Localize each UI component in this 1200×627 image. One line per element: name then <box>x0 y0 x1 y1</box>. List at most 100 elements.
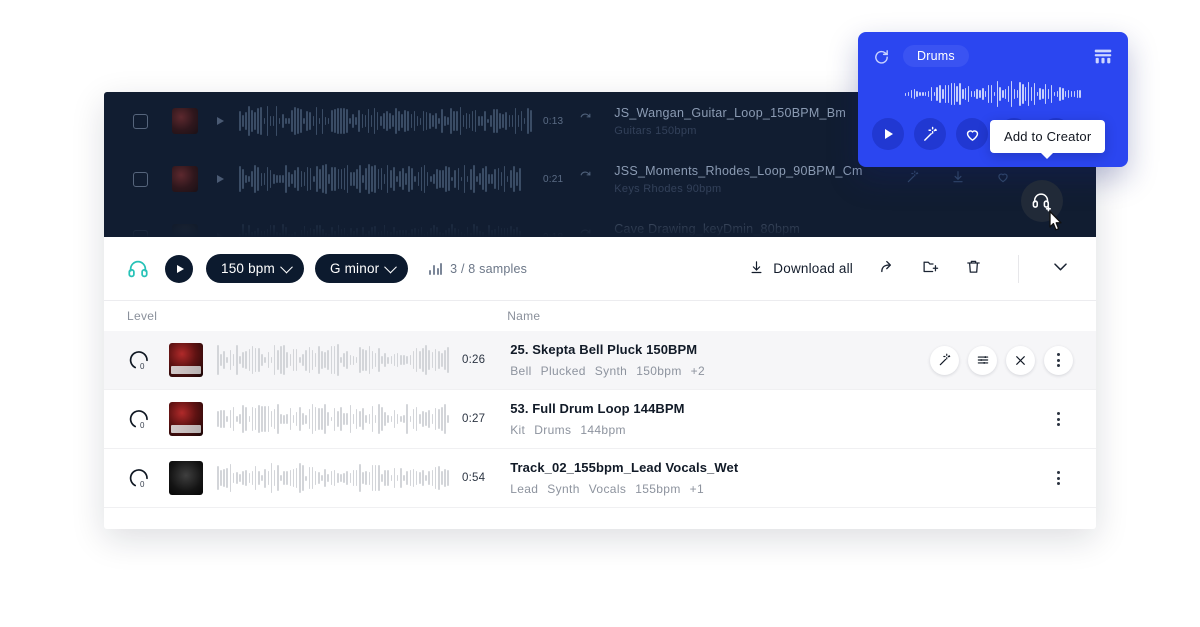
samples-counter: 3 / 8 samples <box>429 262 527 276</box>
loop-icon[interactable] <box>579 170 592 188</box>
magic-wand-icon[interactable] <box>906 170 920 189</box>
tag: 155bpm <box>635 482 681 496</box>
track-title: Cave Drawing_keyDmin_80bpm <box>614 221 801 236</box>
download-icon[interactable] <box>951 170 965 189</box>
track-tags: Guitars 150bpm <box>614 124 697 137</box>
folder-plus-icon[interactable] <box>922 258 939 280</box>
download-all-label: Download all <box>773 261 853 276</box>
tag: Drums <box>534 423 572 437</box>
waveform[interactable] <box>239 220 531 237</box>
pack-toolbar: 150 bpm G minor 3 / 8 samples Download a… <box>104 237 1096 301</box>
track-tags: Kit Drums 144bpm <box>510 423 684 437</box>
bpm-selector[interactable]: 150 bpm <box>206 254 304 283</box>
magic-wand-icon[interactable] <box>930 345 959 375</box>
tag: +1 <box>689 482 705 496</box>
duration: 0:54 <box>462 472 486 484</box>
bpm-label: 150 bpm <box>221 261 275 276</box>
trash-icon[interactable] <box>965 258 982 280</box>
key-label: G minor <box>329 261 380 276</box>
play-button[interactable] <box>872 118 904 150</box>
instrument-tag[interactable]: Drums <box>903 45 969 67</box>
tag: +2 <box>690 364 706 378</box>
track-meta: 25. Skepta Bell Pluck 150BPM Bell Plucked… <box>510 342 714 378</box>
row-actions <box>1044 464 1073 493</box>
track-title: 53. Full Drum Loop 144BPM <box>510 401 685 416</box>
loop-icon[interactable] <box>579 112 592 130</box>
table-row[interactable]: 0 0:27 53. Full Drum Loop 144BPM Kit Drum… <box>104 390 1096 449</box>
track-meta: Track_02_155bpm_Lead Vocals_Wet Lead Synt… <box>510 460 738 496</box>
duration: 0:13 <box>543 115 564 127</box>
mixer-icon[interactable] <box>1092 45 1114 67</box>
level-value: 0 <box>140 362 145 371</box>
track-meta: Cave Drawing_keyDmin_80bpm Texture Atmos… <box>614 222 800 238</box>
tag: Plucked <box>540 364 586 378</box>
duration: 0:27 <box>462 413 486 425</box>
checkbox-icon[interactable] <box>133 171 148 187</box>
magic-wand-icon[interactable] <box>914 118 946 150</box>
checkbox-icon[interactable] <box>133 113 148 129</box>
row-actions <box>930 345 1073 375</box>
waveform[interactable] <box>217 342 449 378</box>
track-tags: Bell Plucked Synth 150bpm +2 <box>510 364 714 378</box>
tag: Bell <box>510 364 532 378</box>
track-meta: JS_Wangan_Guitar_Loop_150BPM_Bm Guitars … <box>614 106 846 137</box>
track-title: Track_02_155bpm_Lead Vocals_Wet <box>510 460 739 475</box>
album-art <box>172 108 198 134</box>
tag: 150bpm <box>636 364 682 378</box>
track-tags: Keys Rhodes 90bpm <box>614 182 722 195</box>
loop-icon[interactable] <box>579 228 592 237</box>
row-actions <box>1044 405 1073 434</box>
album-art <box>169 461 203 495</box>
level-knob[interactable]: 0 <box>127 465 153 491</box>
play-icon <box>885 129 893 139</box>
waveform[interactable] <box>217 401 449 437</box>
tag: Synth <box>547 482 580 496</box>
play-icon[interactable] <box>217 175 224 183</box>
reset-icon[interactable] <box>872 47 891 66</box>
waveform[interactable] <box>239 104 532 138</box>
kebab-menu-icon[interactable] <box>1044 345 1073 375</box>
background-row[interactable]: 0:18 Cave Drawing_keyDmin_80bpm Texture … <box>104 208 1096 237</box>
column-level: Level <box>127 309 158 323</box>
chevron-down-icon[interactable] <box>1051 257 1070 281</box>
kebab-menu-icon[interactable] <box>1044 405 1073 434</box>
close-icon[interactable] <box>1006 345 1035 375</box>
column-headers: Level Name <box>104 301 1096 331</box>
level-knob[interactable]: 0 <box>127 347 153 373</box>
level-value: 0 <box>140 480 145 489</box>
table-row[interactable]: 0 0:26 25. Skepta Bell Pluck 150BPM Bell… <box>104 331 1096 390</box>
tag: Vocals <box>588 482 627 496</box>
share-icon[interactable] <box>879 258 896 280</box>
screenshot-root: 0:13 JS_Wangan_Guitar_Loop_150BPM_Bm Gui… <box>0 0 1200 627</box>
play-icon[interactable] <box>217 233 224 237</box>
download-all-button[interactable]: Download all <box>749 260 853 278</box>
key-selector[interactable]: G minor <box>314 254 409 283</box>
heart-icon[interactable] <box>956 118 988 150</box>
duration: 0:26 <box>462 354 486 366</box>
headphones-plus-icon <box>1032 193 1052 212</box>
waveform[interactable] <box>239 162 531 196</box>
panel-header: Drums <box>858 32 1128 67</box>
tag: 144bpm <box>580 423 626 437</box>
checkbox-icon[interactable] <box>133 229 148 237</box>
tag: Lead <box>510 482 539 496</box>
album-art <box>172 224 198 237</box>
headphones-icon[interactable] <box>127 258 149 280</box>
play-icon[interactable] <box>217 117 224 125</box>
table-row[interactable]: 0 0:54 Track_02_155bpm_Lead Vocals_Wet L… <box>104 449 1096 508</box>
sliders-icon[interactable] <box>968 345 997 375</box>
waveform[interactable] <box>217 460 449 496</box>
panel-waveform[interactable] <box>905 79 1081 109</box>
chevron-down-icon <box>384 260 398 274</box>
track-title: 25. Skepta Bell Pluck 150BPM <box>510 342 698 357</box>
level-knob[interactable]: 0 <box>127 406 153 432</box>
creator-player-panel: Drums Add to Creator <box>858 32 1128 231</box>
heart-icon[interactable] <box>996 170 1010 189</box>
track-title: JSS_Moments_Rhodes_Loop_90BPM_Cm <box>614 163 863 178</box>
track-tags: Lead Synth Vocals 155bpm +1 <box>510 482 738 496</box>
pointer-cursor-icon <box>1049 210 1062 231</box>
kebab-menu-icon[interactable] <box>1044 464 1073 493</box>
play-button[interactable] <box>165 254 193 283</box>
column-name: Name <box>507 309 541 323</box>
bar-chart-icon <box>429 262 443 275</box>
